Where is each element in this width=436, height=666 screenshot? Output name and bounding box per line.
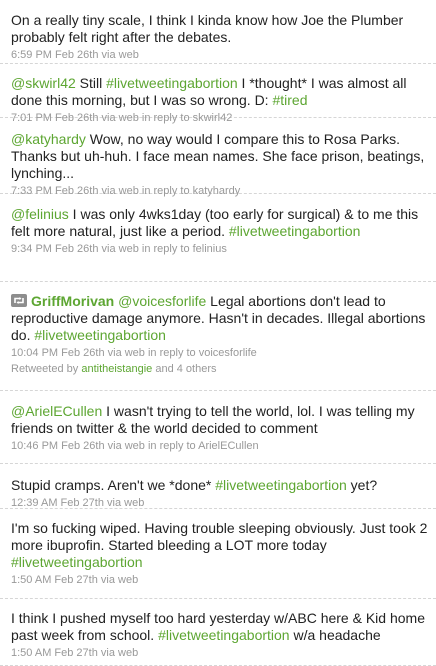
mention-link[interactable]: @katyhardy [11,131,86,147]
hashtag-link[interactable]: #livetweetingabortion [34,327,166,343]
in-reply-to-link[interactable]: in reply to ArielECullen [145,440,259,452]
tweet-item: Stupid cramps. Aren't we *done* #livetwe… [0,464,436,509]
tweet-text: I think I pushed myself too hard yesterd… [11,610,428,644]
retweeted-by-label: Retweeted by [11,363,82,375]
tweet-timestamp[interactable]: 10:04 PM Feb 26th [11,347,105,359]
hashtag-link[interactable]: #tired [272,92,307,108]
tweet-item: GriffMorivan @voicesforlife Legal aborti… [0,282,436,391]
in-reply-to-link[interactable]: in reply to voicesforlife [145,347,257,359]
tweet-timestamp[interactable]: 6:59 PM Feb 26th [11,49,98,61]
tweet-timestamp[interactable]: 9:34 PM Feb 26th [11,243,98,255]
tweet-text: @ArielECullen I wasn't trying to tell th… [11,403,428,437]
tweet-meta: 1:50 AM Feb 27th via web [11,574,428,587]
tweet-text-segment: yet? [346,477,378,493]
retweet-others-count[interactable]: and 4 others [152,363,216,375]
tweet-timestamp[interactable]: 1:50 AM Feb 27th [11,574,98,586]
tweet-timestamp[interactable]: 1:50 AM Feb 27th [11,647,98,659]
tweet-source: via web [98,49,139,61]
hashtag-link[interactable]: #livetweetingabortion [158,627,290,643]
tweet-text-segment: Still [75,75,107,91]
tweet-source: via web [98,243,139,255]
in-reply-to-link[interactable]: in reply to felinius [139,243,227,255]
tweet-text-segment: Stupid cramps. Aren't we *done* [11,477,216,493]
hashtag-link[interactable]: #livetweetingabortion [11,554,143,570]
tweet-timestamp[interactable]: 12:39 AM Feb 27th [11,497,104,509]
tweet-item: I'm so fucking wiped. Having trouble sle… [0,509,436,599]
tweet-text: @felinius I was only 4wks1day (too early… [11,206,428,240]
tweet-text: GriffMorivan @voicesforlife Legal aborti… [11,293,428,344]
tweet-meta: 6:59 PM Feb 26th via web [11,49,428,62]
tweet-source: via web [103,497,145,509]
mention-link[interactable]: @felinius [11,206,69,222]
tweet-item: @ArielECullen I wasn't trying to tell th… [0,391,436,464]
mention-link[interactable]: @ArielECullen [11,403,102,419]
retweet-icon [11,294,27,307]
tweet-text: I'm so fucking wiped. Having trouble sle… [11,520,428,571]
hashtag-link[interactable]: #livetweetingabortion [229,223,361,239]
mention-link[interactable]: @voicesforlife [118,293,206,309]
tweet-text-segment: w/a headache [289,627,381,643]
tweet-meta: 10:04 PM Feb 26th via web in reply to vo… [11,347,428,360]
tweet-source: via web [104,347,145,359]
tweet-meta: 10:46 PM Feb 26th via web in reply to Ar… [11,440,428,453]
retweeter-link[interactable]: antitheistangie [81,363,152,375]
tweet-text-segment: On a really tiny scale, I think I kinda … [11,12,408,45]
retweeted-by: Retweeted by antitheistangie and 4 other… [11,363,428,376]
tweet-source: via web [97,574,139,586]
tweet-source: via web [97,647,139,659]
hashtag-link[interactable]: #livetweetingabortion [106,75,238,91]
tweet-item: @felinius I was only 4wks1day (too early… [0,194,436,282]
tweet-text: @skwirl42 Still #livetweetingabortion I … [11,75,428,109]
tweet-text: @katyhardy Wow, no way would I compare t… [11,131,428,182]
tweet-item: @skwirl42 Still #livetweetingabortion I … [0,64,436,124]
tweet-text-segment: I'm so fucking wiped. Having trouble sle… [11,520,432,553]
hashtag-link[interactable]: #livetweetingabortion [215,477,347,493]
tweet-meta: 1:50 AM Feb 27th via web [11,647,428,660]
tweet-timestamp[interactable]: 10:46 PM Feb 26th [11,440,105,452]
mention-link[interactable]: @skwirl42 [11,75,76,91]
retweeted-author-name[interactable]: GriffMorivan [31,293,114,309]
tweet-item: I think I pushed myself too hard yesterd… [0,599,436,666]
tweet-item: On a really tiny scale, I think I kinda … [0,0,436,64]
tweet-source: via web [104,440,145,452]
tweet-meta: 9:34 PM Feb 26th via web in reply to fel… [11,243,428,256]
tweet-text: On a really tiny scale, I think I kinda … [11,12,428,46]
tweet-item: @katyhardy Wow, no way would I compare t… [0,118,436,197]
tweet-text: Stupid cramps. Aren't we *done* #livetwe… [11,477,428,494]
tweet-timeline: On a really tiny scale, I think I kinda … [0,0,436,666]
